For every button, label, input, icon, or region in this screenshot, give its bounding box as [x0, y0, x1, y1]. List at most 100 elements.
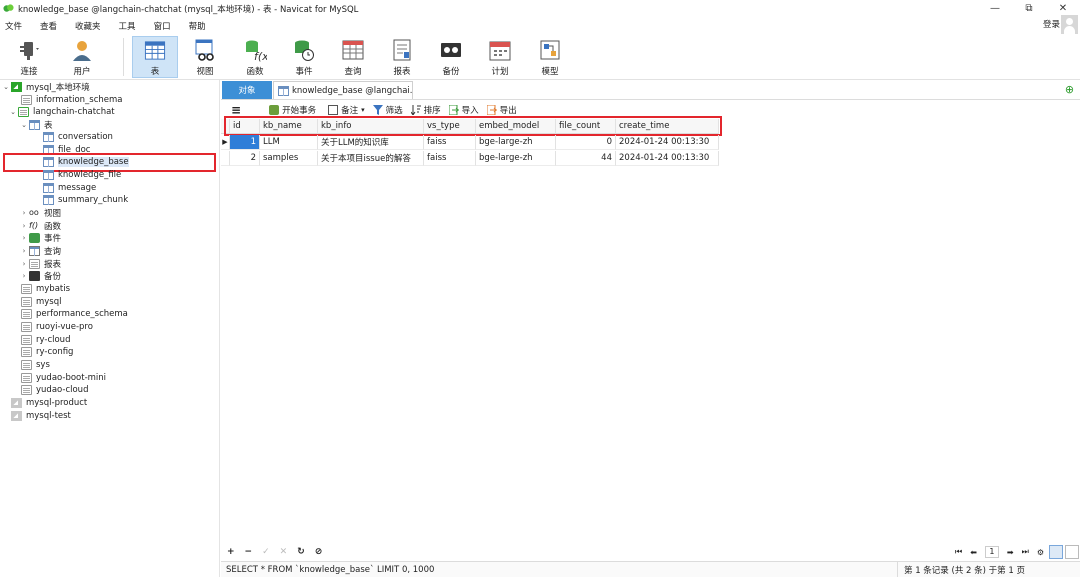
tree-group-tables[interactable]: ⌄ 表	[20, 119, 53, 132]
discard-changes-button[interactable]: ✕	[280, 547, 288, 557]
grid-view-icon[interactable]	[1049, 545, 1063, 559]
sort-button[interactable]: 排序	[410, 104, 441, 116]
page-number-input[interactable]: 1	[984, 546, 999, 558]
chevron-down-icon[interactable]: ▾	[361, 106, 365, 114]
cell-file-count[interactable]: 0	[556, 135, 616, 150]
tree-group-backups[interactable]: › 备份	[20, 270, 61, 283]
tree-label: ry-config	[36, 347, 74, 358]
connect-button[interactable]: 连接	[6, 36, 52, 78]
cell-id[interactable]: 1	[230, 135, 260, 150]
menu-help[interactable]: 帮助	[184, 20, 213, 32]
tree-table-conversation[interactable]: conversation	[42, 131, 113, 144]
backup-label: 备份	[442, 67, 460, 77]
notes-button[interactable]: 备注 ▾	[328, 104, 365, 116]
cell-embed-model[interactable]: bge-large-zh	[476, 135, 556, 150]
tree-db-information-schema[interactable]: information_schema	[20, 94, 123, 107]
avatar[interactable]	[1061, 15, 1078, 34]
begin-transaction-button[interactable]: 开始事务	[269, 104, 316, 116]
tree-db-mysql[interactable]: mysql	[20, 296, 62, 309]
schedule-button[interactable]: 计划	[477, 36, 523, 78]
tree-connection-mysql-product[interactable]: mysql-product	[10, 397, 87, 410]
tree-group-functions[interactable]: › f() 函数	[20, 220, 61, 233]
login-link[interactable]: 登录	[1043, 18, 1060, 30]
filter-button[interactable]: 筛选	[372, 104, 403, 116]
export-button[interactable]: 导出	[486, 104, 517, 116]
user-button[interactable]: 用户	[59, 36, 105, 78]
query-button[interactable]: 查询	[330, 36, 376, 78]
cell-kb-info[interactable]: 关于本项目issue的解答	[318, 151, 424, 166]
last-page-icon[interactable]: ⏭	[1022, 547, 1029, 557]
apply-changes-button[interactable]: ✓	[262, 547, 270, 557]
restore-button[interactable]: ⧉	[1012, 0, 1046, 17]
tree-db-ruoyi-vue-pro[interactable]: ruoyi-vue-pro	[20, 321, 93, 334]
refresh-button[interactable]: ↻	[297, 547, 305, 557]
table-button[interactable]: 表	[132, 36, 178, 78]
tree-db-ry-config[interactable]: ry-config	[20, 346, 73, 359]
chevron-down-icon[interactable]: ⌄	[9, 108, 17, 116]
chevron-right-icon[interactable]: ›	[20, 272, 28, 280]
cell-kb-name[interactable]: LLM	[260, 135, 318, 150]
next-page-icon[interactable]: ➡	[1007, 548, 1014, 557]
chevron-right-icon[interactable]: ›	[20, 234, 28, 242]
tree-db-sys[interactable]: sys	[20, 359, 50, 372]
previous-page-icon[interactable]: ⬅	[970, 548, 977, 557]
tree-connection-local[interactable]: ⌄ mysql_本地环境	[2, 81, 90, 94]
tree-db-mybatis[interactable]: mybatis	[20, 283, 70, 296]
cell-kb-info[interactable]: 关于LLM的知识库	[318, 135, 424, 150]
tab-objects[interactable]: 对象	[222, 81, 272, 99]
stop-button[interactable]: ⊘	[315, 547, 323, 557]
menu-tools[interactable]: 工具	[114, 20, 143, 32]
chevron-right-icon[interactable]: ›	[20, 222, 28, 230]
table-row[interactable]: 2 samples 关于本项目issue的解答 faiss bge-large-…	[221, 151, 719, 166]
form-view-icon[interactable]	[1065, 545, 1079, 559]
tree-group-views[interactable]: › oo 视图	[20, 207, 61, 220]
tab-knowledge-base[interactable]: knowledge_base @langchai...	[273, 81, 413, 99]
cell-embed-model[interactable]: bge-large-zh	[476, 151, 556, 166]
menu-file[interactable]: 文件	[0, 20, 29, 32]
backup-button[interactable]: 备份	[428, 36, 474, 78]
minimize-button[interactable]: —	[978, 0, 1012, 17]
import-button[interactable]: 导入	[448, 104, 479, 116]
tree-group-reports[interactable]: › 报表	[20, 258, 61, 271]
chevron-down-icon[interactable]: ⌄	[2, 83, 10, 91]
chevron-right-icon[interactable]: ›	[20, 260, 28, 268]
menu-icon[interactable]: ≡	[231, 103, 241, 117]
add-record-button[interactable]: +	[227, 547, 235, 557]
first-page-icon[interactable]: ⏮	[955, 547, 962, 557]
tree-table-knowledge-file[interactable]: knowledge_file	[42, 169, 121, 182]
tree-group-queries[interactable]: › 查询	[20, 245, 61, 258]
model-button[interactable]: 模型	[527, 36, 573, 78]
cell-create-time[interactable]: 2024-01-24 00:13:30	[616, 151, 719, 166]
tree-db-performance-schema[interactable]: performance_schema	[20, 308, 128, 321]
cell-vs-type[interactable]: faiss	[424, 151, 476, 166]
settings-gear-icon[interactable]: ⚙	[1037, 548, 1044, 557]
chevron-right-icon[interactable]: ›	[20, 209, 28, 217]
cell-file-count[interactable]: 44	[556, 151, 616, 166]
menu-favorites[interactable]: 收藏夹	[70, 20, 108, 32]
table-row[interactable]: ▶ 1 LLM 关于LLM的知识库 faiss bge-large-zh 0 2…	[221, 135, 719, 150]
menu-window[interactable]: 窗口	[149, 20, 178, 32]
tree-table-summary-chunk[interactable]: summary_chunk	[42, 194, 128, 207]
view-button[interactable]: 视图	[182, 36, 228, 78]
cell-id[interactable]: 2	[230, 151, 260, 166]
tree-db-ry-cloud[interactable]: ry-cloud	[20, 334, 70, 347]
chevron-right-icon[interactable]: ›	[20, 247, 28, 255]
delete-record-button[interactable]: −	[245, 547, 253, 557]
tree-db-yudao-boot-mini[interactable]: yudao-boot-mini	[20, 372, 106, 385]
event-button[interactable]: 事件	[281, 36, 327, 78]
pager: ⏮ ⬅ 1 ➡ ⏭ ⚙	[951, 544, 1080, 560]
tree-group-events[interactable]: › 事件	[20, 232, 61, 245]
report-button[interactable]: 报表	[379, 36, 425, 78]
tree-table-message[interactable]: message	[42, 182, 96, 195]
tree-db-yudao-cloud[interactable]: yudao-cloud	[20, 384, 88, 397]
function-button[interactable]: f(x) 函数	[232, 36, 278, 78]
cell-vs-type[interactable]: faiss	[424, 135, 476, 150]
chevron-down-icon[interactable]: ⌄	[20, 121, 28, 129]
tree-connection-mysql-test[interactable]: mysql-test	[10, 410, 71, 423]
tree-db-langchain-chatchat[interactable]: ⌄ langchain-chatchat	[9, 106, 115, 119]
menu-view[interactable]: 查看	[35, 20, 64, 32]
cell-create-time[interactable]: 2024-01-24 00:13:30	[616, 135, 719, 150]
cell-kb-name[interactable]: samples	[260, 151, 318, 166]
new-tab-icon[interactable]: ⊕	[1063, 83, 1076, 96]
table-icon	[43, 183, 54, 194]
